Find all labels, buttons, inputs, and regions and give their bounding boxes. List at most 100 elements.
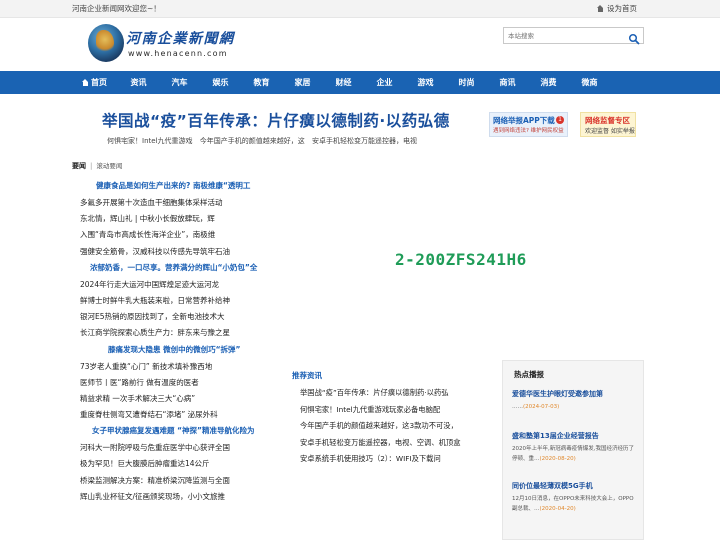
- subline-link[interactable]: 何惧宅家！Intel九代重游戏: [107, 137, 193, 145]
- nav-item-label: 微商: [581, 78, 598, 87]
- report-app-badge[interactable]: 网络举报APP下载 1 遇到网络违法? 维护网民权益: [489, 112, 568, 137]
- recommend-item[interactable]: 举国战“疫”百年传承：片仔癀以德制药·以药弘: [292, 388, 492, 405]
- news-list-item[interactable]: 2024年行走大运河中国辉煌足迹大运河龙: [72, 279, 282, 295]
- news-list-item[interactable]: 入围“青岛市高成长性海洋企业”，南极维: [72, 229, 282, 245]
- nav-item[interactable]: 游戏: [405, 71, 446, 94]
- nav-item-label: 家居: [294, 78, 311, 87]
- set-home-label: 设为首页: [607, 4, 637, 13]
- news-list-item[interactable]: 73岁老人重换“心门” 新技术填补豫西地: [72, 361, 282, 377]
- set-home-link[interactable]: 设为首页: [597, 3, 637, 14]
- nav-item[interactable]: 资讯: [118, 71, 159, 94]
- nav-item-label: 教育: [253, 78, 270, 87]
- search-box: [503, 27, 644, 45]
- logo-name: 河南企業新聞網: [126, 31, 235, 47]
- news-list-item[interactable]: 医师节丨医“路前行 做有温度的医者: [72, 377, 282, 393]
- nav-item-label: 汽车: [171, 78, 188, 87]
- news-list-item[interactable]: 强健安全筋骨，汉威科技以传感先导筑牢石油: [72, 246, 282, 262]
- notification-dot: 1: [556, 116, 564, 124]
- supervise-sub: 欢迎监督 如实举报: [585, 128, 635, 135]
- hot-news-title[interactable]: 爱德华医生护眼灯受邀参加第: [512, 389, 637, 399]
- nav-item-label: 商讯: [499, 78, 516, 87]
- hot-news-title[interactable]: 同价位最轻薄双模5G手机: [512, 481, 637, 491]
- news-list-item[interactable]: 精益求精 一次手术解决三大“心病”: [72, 393, 282, 409]
- home-icon: [597, 5, 604, 12]
- main-nav: 首页 资讯 汽车 娱乐 教育 家居 财经 企业 游戏 时尚 商讯 消费 微商: [0, 71, 720, 94]
- search-icon[interactable]: [628, 30, 640, 45]
- nav-item[interactable]: 首页: [72, 71, 118, 94]
- subline-link[interactable]: 安卓手机轻松变万能遥控器，电视: [312, 137, 417, 145]
- news-list-item[interactable]: 银河E5热销的原因找到了，全新电池技术大: [72, 311, 282, 327]
- nav-item[interactable]: 企业: [364, 71, 405, 94]
- home-icon: [82, 79, 89, 86]
- logo-url: www.henacenn.com: [128, 49, 228, 58]
- top-bar: 河南企业新闻网欢迎您~！ 设为首页: [0, 0, 720, 18]
- section-headline[interactable]: 浓郁奶香，一口尽享。营养满分的辉山“小奶包”全: [72, 262, 282, 279]
- hot-news-panel: 热点播报 爱德华医生护眼灯受邀参加第 ……(2024-07-03) 盛和塾第13届企…: [502, 360, 644, 540]
- nav-item[interactable]: 商讯: [487, 71, 528, 94]
- nav-item-label: 企业: [376, 78, 393, 87]
- news-list-item[interactable]: 东北情，辉山礼 | 中秋小长假放肆玩，辉: [72, 213, 282, 229]
- hot-news-item: 爱德华医生护眼灯受邀参加第 ……(2024-07-03): [512, 389, 637, 413]
- hot-news-date: (2024-07-03): [523, 404, 560, 410]
- hot-news-item: 盛和塾第13届企业经营报告 2020年上半年,新冠病毒疫情爆发,我国经济经历了停顿…: [512, 431, 637, 464]
- supervise-badge[interactable]: 网络监督专区 欢迎监督 如实举报: [580, 112, 636, 137]
- section-headline[interactable]: 健康食品是如何生产出来的? 南极维康“透明工: [72, 180, 282, 197]
- report-app-sub: 遇到网络违法? 维护网民权益: [493, 128, 564, 134]
- hot-news-summary: 2020年上半年,新冠病毒疫情爆发,我国经济经历了停顿、重…(2020-08-2…: [512, 445, 637, 464]
- recommend-item[interactable]: 安卓手机轻松变万能遥控器，电视、空调、机顶盒: [292, 438, 492, 455]
- nav-item[interactable]: 家居: [282, 71, 323, 94]
- recommend-item[interactable]: 安卓系统手机使用技巧（2）：WIFI及下载问: [292, 454, 492, 471]
- section-headline[interactable]: 女子甲状腺癌复发遇难题 “神探”精准导航化险为: [72, 425, 282, 442]
- hot-news-summary: 12月10日消息，在OPPO未来科技大会上，OPPO副总裁、…(2020-04-…: [512, 495, 637, 514]
- nav-item-label: 首页: [91, 78, 107, 87]
- nav-item[interactable]: 娱乐: [200, 71, 241, 94]
- tab-main-news[interactable]: 要闻: [72, 161, 86, 171]
- news-list-item[interactable]: 辉山乳业杯征文/征画颁奖现场，小小文旅推: [72, 491, 282, 507]
- hot-news-date: (2020-04-20): [539, 505, 576, 512]
- nav-item[interactable]: 消费: [528, 71, 569, 94]
- news-list-item[interactable]: 多氟多开展第十次造血干细胞集体采样活动: [72, 197, 282, 213]
- nav-item-label: 时尚: [458, 78, 475, 87]
- nav-item[interactable]: 时尚: [446, 71, 487, 94]
- news-list-item[interactable]: 鲜博士时鲜牛乳大瓶装来啦，日常营养补给神: [72, 295, 282, 311]
- nav-item[interactable]: 财经: [323, 71, 364, 94]
- news-list-item[interactable]: 桥梁监测解决方案：精准桥梁沉降监测与全面: [72, 475, 282, 491]
- nav-item-label: 娱乐: [212, 78, 229, 87]
- tab-rolling-news[interactable]: 滚动要闻: [96, 160, 122, 170]
- search-input[interactable]: [508, 29, 623, 42]
- headline-subline: 何惧宅家！Intel九代重游戏 今年国产手机的颜值越来越好，这 安卓手机轻松变万…: [107, 136, 422, 146]
- news-list-item[interactable]: 重度脊柱侧弯又遭脊结石“添堵” 泌尿外科: [72, 409, 282, 425]
- left-news-column: 健康食品是如何生产出来的? 南极维康“透明工 多氟多开展第十次造血干细胞集体采样活…: [72, 180, 282, 507]
- report-app-title: 网络举报APP下载: [493, 116, 555, 125]
- news-list-item[interactable]: 河科大一附院呼吸与危重症医学中心获评全国: [72, 442, 282, 458]
- hot-news-summary: ……(2024-07-03): [512, 403, 637, 413]
- recommend-item[interactable]: 何惧宅家！Intel九代重游戏玩家必备电脑配: [292, 405, 492, 422]
- hot-news-item: 同价位最轻薄双模5G手机 12月10日消息，在OPPO未来科技大会上，OPPO副总…: [512, 481, 637, 514]
- nav-item[interactable]: 汽车: [159, 71, 200, 94]
- promo-code: 2-200ZFS241H6: [395, 250, 527, 269]
- recommend-section: 推荐资讯 举国战“疫”百年传承：片仔癀以德制药·以药弘 何惧宅家！Intel九代重…: [292, 370, 492, 471]
- section-headline[interactable]: 膝痛发现大隐患 微创中的微创巧“拆弹”: [72, 344, 282, 361]
- nav-item-label: 财经: [335, 78, 352, 87]
- news-list-item[interactable]: 长江商学院探索心质生产力：胖东来与豫之星: [72, 327, 282, 343]
- hot-news-date: (2020-08-20): [539, 455, 576, 462]
- recommend-title: 推荐资讯: [292, 371, 322, 380]
- hot-news-body: ……: [512, 404, 523, 410]
- nav-item[interactable]: 微商: [569, 71, 610, 94]
- nav-item-label: 消费: [540, 78, 557, 87]
- hot-title: 热点播报: [514, 370, 544, 379]
- site-logo[interactable]: 河南企業新聞網 www.henacenn.com: [88, 24, 233, 66]
- nav-item[interactable]: 教育: [241, 71, 282, 94]
- nav-item-label: 资讯: [130, 78, 147, 87]
- supervise-title: 网络监督专区: [585, 116, 630, 125]
- globe-logo-icon: [88, 24, 124, 62]
- tab-separator: |: [90, 162, 93, 170]
- recommend-item[interactable]: 今年国产手机的颜值越来越好，这3款功不可没，: [292, 421, 492, 438]
- news-list-item[interactable]: 极为罕见！巨大腹膜后肿瘤重达14公斤: [72, 458, 282, 474]
- headline-title[interactable]: 举国战“疫”百年传承：片仔癀以德制药·以药弘德: [102, 109, 450, 131]
- hot-news-title[interactable]: 盛和塾第13届企业经营报告: [512, 431, 637, 441]
- subline-link[interactable]: 今年国产手机的颜值越来越好，这: [200, 137, 305, 145]
- welcome-text: 河南企业新闻网欢迎您~！: [72, 4, 161, 13]
- news-tabs: 要闻 | 滚动要闻: [72, 160, 122, 171]
- nav-item-label: 游戏: [417, 78, 434, 87]
